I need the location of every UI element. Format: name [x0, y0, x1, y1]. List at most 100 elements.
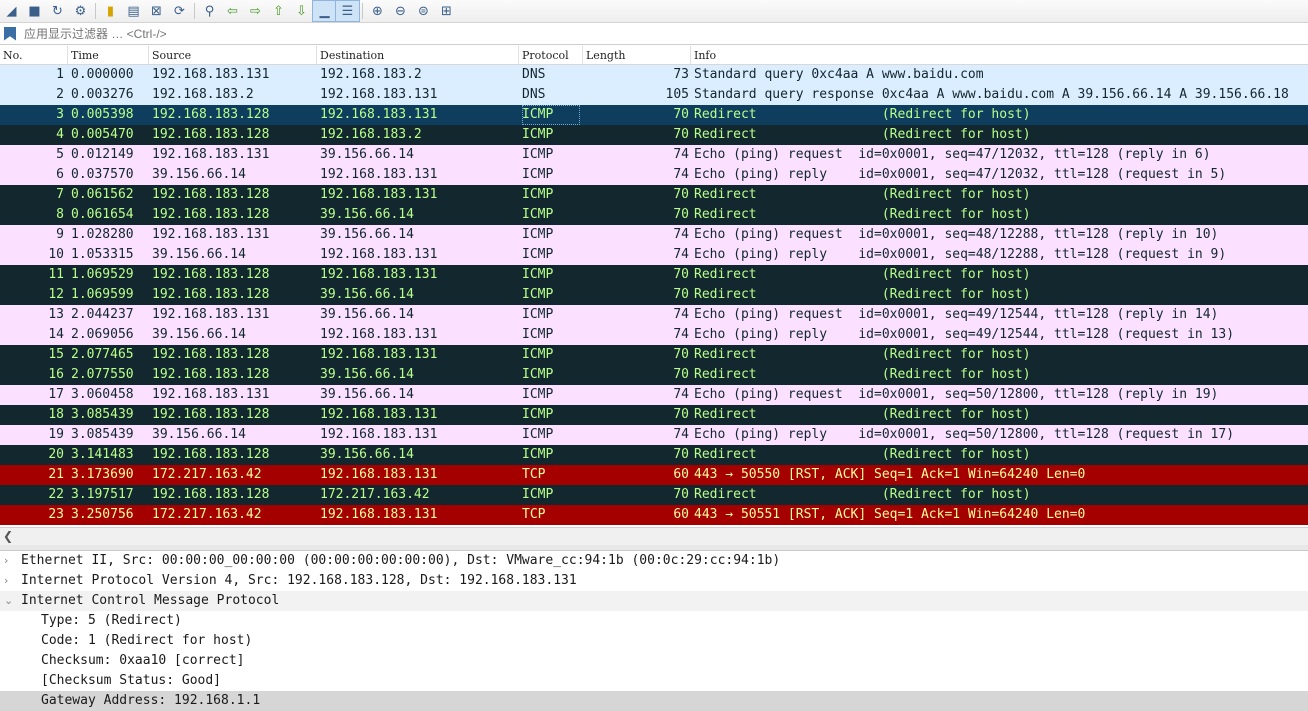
packet-source: 192.168.183.131 — [152, 67, 270, 82]
packet-row[interactable]: 1 0.000000 192.168.183.131 192.168.183.2 DNS… — [0, 65, 1308, 85]
packet-info: Echo (ping) request id=0x0001, seq=48/12… — [694, 227, 1219, 242]
packet-no: 23 — [48, 507, 64, 522]
go-to-first-icon[interactable]: ⇧ — [267, 1, 290, 21]
packet-row[interactable]: 10 1.053315 39.156.66.14 192.168.183.131 ICM… — [0, 245, 1308, 265]
zoom-in-icon[interactable]: ⊕ — [366, 1, 389, 21]
detail-tree-item[interactable]: [Checksum Status: Good] — [0, 671, 1308, 691]
packet-row[interactable]: 6 0.037570 39.156.66.14 192.168.183.131 ICMP… — [0, 165, 1308, 185]
packet-no: 7 — [56, 187, 64, 202]
packet-row[interactable]: 5 0.012149 192.168.183.131 39.156.66.14 ICMP… — [0, 145, 1308, 165]
packet-no: 18 — [48, 407, 64, 422]
bookmark-filter-icon[interactable] — [4, 26, 16, 41]
close-file-icon[interactable]: ⊠ — [145, 1, 168, 21]
packet-protocol: DNS — [522, 67, 546, 82]
zoom-out-icon[interactable]: ⊖ — [389, 1, 412, 21]
column-header-time[interactable]: Time — [68, 46, 149, 64]
detail-tree-item[interactable]: › Internet Protocol Version 4, Src: 192.1… — [0, 571, 1308, 591]
packet-no: 4 — [56, 127, 64, 142]
go-back-icon[interactable]: ⇦ — [221, 1, 244, 21]
display-filter-input[interactable] — [22, 25, 1226, 42]
display-filter-bar — [0, 23, 1308, 45]
packet-source: 192.168.183.131 — [152, 147, 270, 162]
packet-time: 3.173690 — [71, 467, 134, 482]
detail-tree-item[interactable]: Checksum: 0xaa10 [correct] — [0, 651, 1308, 671]
restart-icon[interactable]: ↻ — [46, 1, 69, 21]
colorize-icon[interactable]: ☰ — [335, 0, 360, 22]
packet-protocol: ICMP — [522, 307, 554, 322]
wireshark-fin-icon[interactable]: ◢ — [0, 1, 23, 21]
packet-row[interactable]: 2 0.003276 192.168.183.2 192.168.183.131 DNS… — [0, 85, 1308, 105]
packet-list: 1 0.000000 192.168.183.131 192.168.183.2 DNS… — [0, 65, 1308, 525]
detail-tree-item[interactable]: Code: 1 (Redirect for host) — [0, 631, 1308, 651]
packet-row[interactable]: 12 1.069599 192.168.183.128 39.156.66.14 ICM… — [0, 285, 1308, 305]
column-header-source[interactable]: Source — [149, 46, 317, 64]
packet-row[interactable]: 16 2.077550 192.168.183.128 39.156.66.14 ICM… — [0, 365, 1308, 385]
chevron-down-icon[interactable]: ⌄ — [4, 591, 16, 611]
packet-length: 70 — [673, 287, 689, 302]
packet-row[interactable]: 23 3.250756 172.217.163.42 192.168.183.131 T… — [0, 505, 1308, 525]
resize-columns-icon[interactable]: ⊞ — [435, 1, 458, 21]
detail-tree-item[interactable]: Gateway Address: 192.168.1.1 — [0, 691, 1308, 711]
packet-info: Redirect (Redirect for host) — [694, 207, 1031, 222]
packet-destination: 39.156.66.14 — [320, 367, 414, 382]
packet-length: 60 — [673, 507, 689, 522]
packet-details-pane: › Ethernet II, Src: 00:00:00_00:00:00 (00… — [0, 551, 1308, 711]
detail-tree-item[interactable]: Type: 5 (Redirect) — [0, 611, 1308, 631]
scroll-left-icon[interactable]: ❮ — [3, 528, 13, 545]
column-header-no[interactable]: No. — [0, 46, 68, 64]
packet-row[interactable]: 20 3.141483 192.168.183.128 39.156.66.14 ICM… — [0, 445, 1308, 465]
packet-length: 74 — [673, 327, 689, 342]
packet-info: Echo (ping) request id=0x0001, seq=47/12… — [694, 147, 1211, 162]
packet-no: 8 — [56, 207, 64, 222]
packet-row[interactable]: 9 1.028280 192.168.183.131 39.156.66.14 ICMP… — [0, 225, 1308, 245]
normal-size-icon[interactable]: ⊜ — [412, 1, 435, 21]
column-header-length[interactable]: Length — [583, 46, 691, 64]
packet-row[interactable]: 19 3.085439 39.156.66.14 192.168.183.131 ICM… — [0, 425, 1308, 445]
packet-row[interactable]: 17 3.060458 192.168.183.131 39.156.66.14 ICM… — [0, 385, 1308, 405]
packet-time: 2.044237 — [71, 307, 134, 322]
packet-time: 3.197517 — [71, 487, 134, 502]
go-forward-icon[interactable]: ⇨ — [244, 1, 267, 21]
column-header-info[interactable]: Info — [691, 46, 1308, 64]
packet-row[interactable]: 7 0.061562 192.168.183.128 192.168.183.131 I… — [0, 185, 1308, 205]
detail-tree-item[interactable]: ⌄ Internet Control Message Protocol — [0, 591, 1308, 611]
packet-row[interactable]: 15 2.077465 192.168.183.128 192.168.183.131… — [0, 345, 1308, 365]
packet-info: Redirect (Redirect for host) — [694, 407, 1031, 422]
packet-protocol: ICMP — [522, 105, 580, 125]
find-packet-icon[interactable]: ⚲ — [198, 1, 221, 21]
packet-info: Echo (ping) reply id=0x0001, seq=47/1203… — [694, 167, 1227, 182]
packet-row[interactable]: 18 3.085439 192.168.183.128 192.168.183.131… — [0, 405, 1308, 425]
packet-row[interactable]: 4 0.005470 192.168.183.128 192.168.183.2 ICM… — [0, 125, 1308, 145]
packet-row[interactable]: 3 0.005398 192.168.183.128 192.168.183.131 I… — [0, 105, 1308, 125]
packet-no: 21 — [48, 467, 64, 482]
go-to-last-icon[interactable]: ⇩ — [290, 1, 313, 21]
chevron-right-icon[interactable]: › — [4, 571, 16, 591]
save-file-icon[interactable]: ▤ — [122, 1, 145, 21]
detail-text: Checksum: 0xaa10 [correct] — [41, 653, 245, 668]
packet-time: 3.085439 — [71, 407, 134, 422]
reload-icon[interactable]: ⟳ — [168, 1, 191, 21]
column-header-destination[interactable]: Destination — [317, 46, 519, 64]
packet-destination: 192.168.183.131 — [320, 107, 438, 122]
packet-destination: 192.168.183.131 — [320, 507, 438, 522]
chevron-right-icon[interactable]: › — [4, 551, 16, 571]
open-file-icon[interactable]: ▮ — [99, 1, 122, 21]
packet-destination: 192.168.183.131 — [320, 247, 438, 262]
detail-tree-item[interactable]: › Ethernet II, Src: 00:00:00_00:00:00 (00… — [0, 551, 1308, 571]
column-header-protocol[interactable]: Protocol — [519, 46, 583, 64]
packet-row[interactable]: 21 3.173690 172.217.163.42 192.168.183.131 T… — [0, 465, 1308, 485]
packet-info: Redirect (Redirect for host) — [694, 347, 1031, 362]
packet-protocol: ICMP — [522, 407, 554, 422]
packet-row[interactable]: 13 2.044237 192.168.183.131 39.156.66.14 ICM… — [0, 305, 1308, 325]
toolbar-divider — [95, 3, 96, 19]
packet-source: 172.217.163.42 — [152, 507, 262, 522]
options-gear-icon[interactable]: ⚙ — [69, 1, 92, 21]
packet-list-hscrollbar[interactable]: ❮ — [0, 527, 1308, 545]
detail-text: Code: 1 (Redirect for host) — [41, 633, 253, 648]
packet-row[interactable]: 11 1.069529 192.168.183.128 192.168.183.131… — [0, 265, 1308, 285]
stop-icon[interactable]: ■ — [23, 1, 46, 21]
packet-row[interactable]: 14 2.069056 39.156.66.14 192.168.183.131 ICM… — [0, 325, 1308, 345]
packet-row[interactable]: 8 0.061654 192.168.183.128 39.156.66.14 ICMP… — [0, 205, 1308, 225]
autoscroll-icon[interactable]: ▁ — [312, 0, 337, 22]
packet-row[interactable]: 22 3.197517 192.168.183.128 172.217.163.42 I… — [0, 485, 1308, 505]
